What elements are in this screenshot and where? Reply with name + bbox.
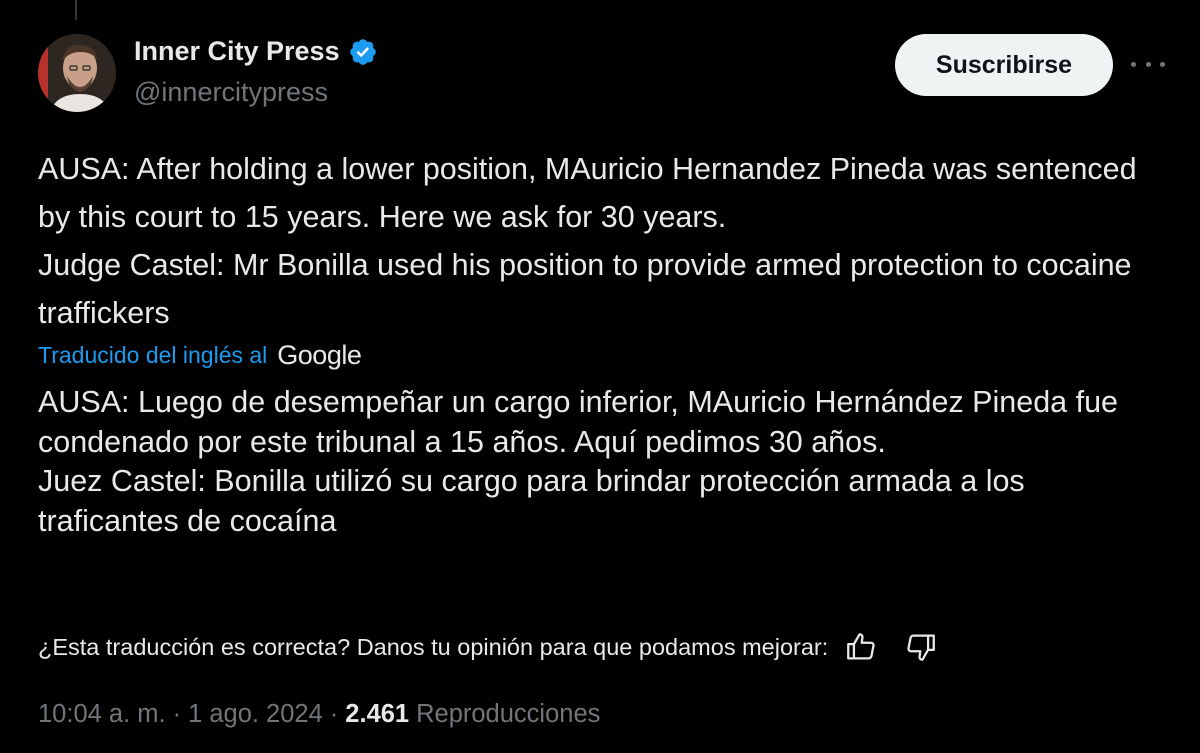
translation-feedback: ¿Esta traducción es correcta? Danos tu o… xyxy=(38,630,938,664)
google-logo: Google xyxy=(277,340,362,370)
views-label: Reproducciones xyxy=(416,700,601,728)
more-dot xyxy=(1145,61,1151,67)
translated-text: AUSA: Luego de desempeñar un cargo infer… xyxy=(38,385,1119,538)
author-name[interactable]: Inner City Press xyxy=(134,36,378,67)
verified-badge-icon xyxy=(348,37,378,67)
feedback-prompt: ¿Esta traducción es correcta? Danos tu o… xyxy=(38,633,829,660)
more-dot xyxy=(1160,61,1165,67)
tweet-text: AUSA: After holding a lower position, MA… xyxy=(38,152,1137,330)
views-count: 2.461 xyxy=(345,700,410,728)
more-options-icon[interactable] xyxy=(1131,52,1165,76)
translation-label[interactable]: Traducido del inglés al xyxy=(38,342,267,369)
thumbs-down-icon[interactable] xyxy=(904,630,938,664)
author-handle[interactable]: @innercitypress xyxy=(134,77,328,108)
more-dot xyxy=(1131,61,1136,67)
tweet-date[interactable]: 1 ago. 2024 xyxy=(188,700,323,729)
tweet-time[interactable]: 10:04 a. m. xyxy=(38,700,166,729)
tweet-meta: 10:04 a. m. · 1 ago. 2024 · 2.461 Reprod… xyxy=(38,700,600,729)
subscribe-button[interactable]: Suscribirse xyxy=(895,34,1113,96)
author-name-text[interactable]: Inner City Press xyxy=(134,36,340,67)
avatar[interactable] xyxy=(38,34,116,112)
thread-connector-line xyxy=(75,0,77,20)
avatar-portrait-icon xyxy=(38,34,116,112)
meta-separator: · xyxy=(329,700,339,728)
meta-separator: · xyxy=(172,700,182,728)
thumbs-up-icon[interactable] xyxy=(844,630,878,664)
translation-attribution: Traducido del inglés al Google xyxy=(38,340,362,371)
